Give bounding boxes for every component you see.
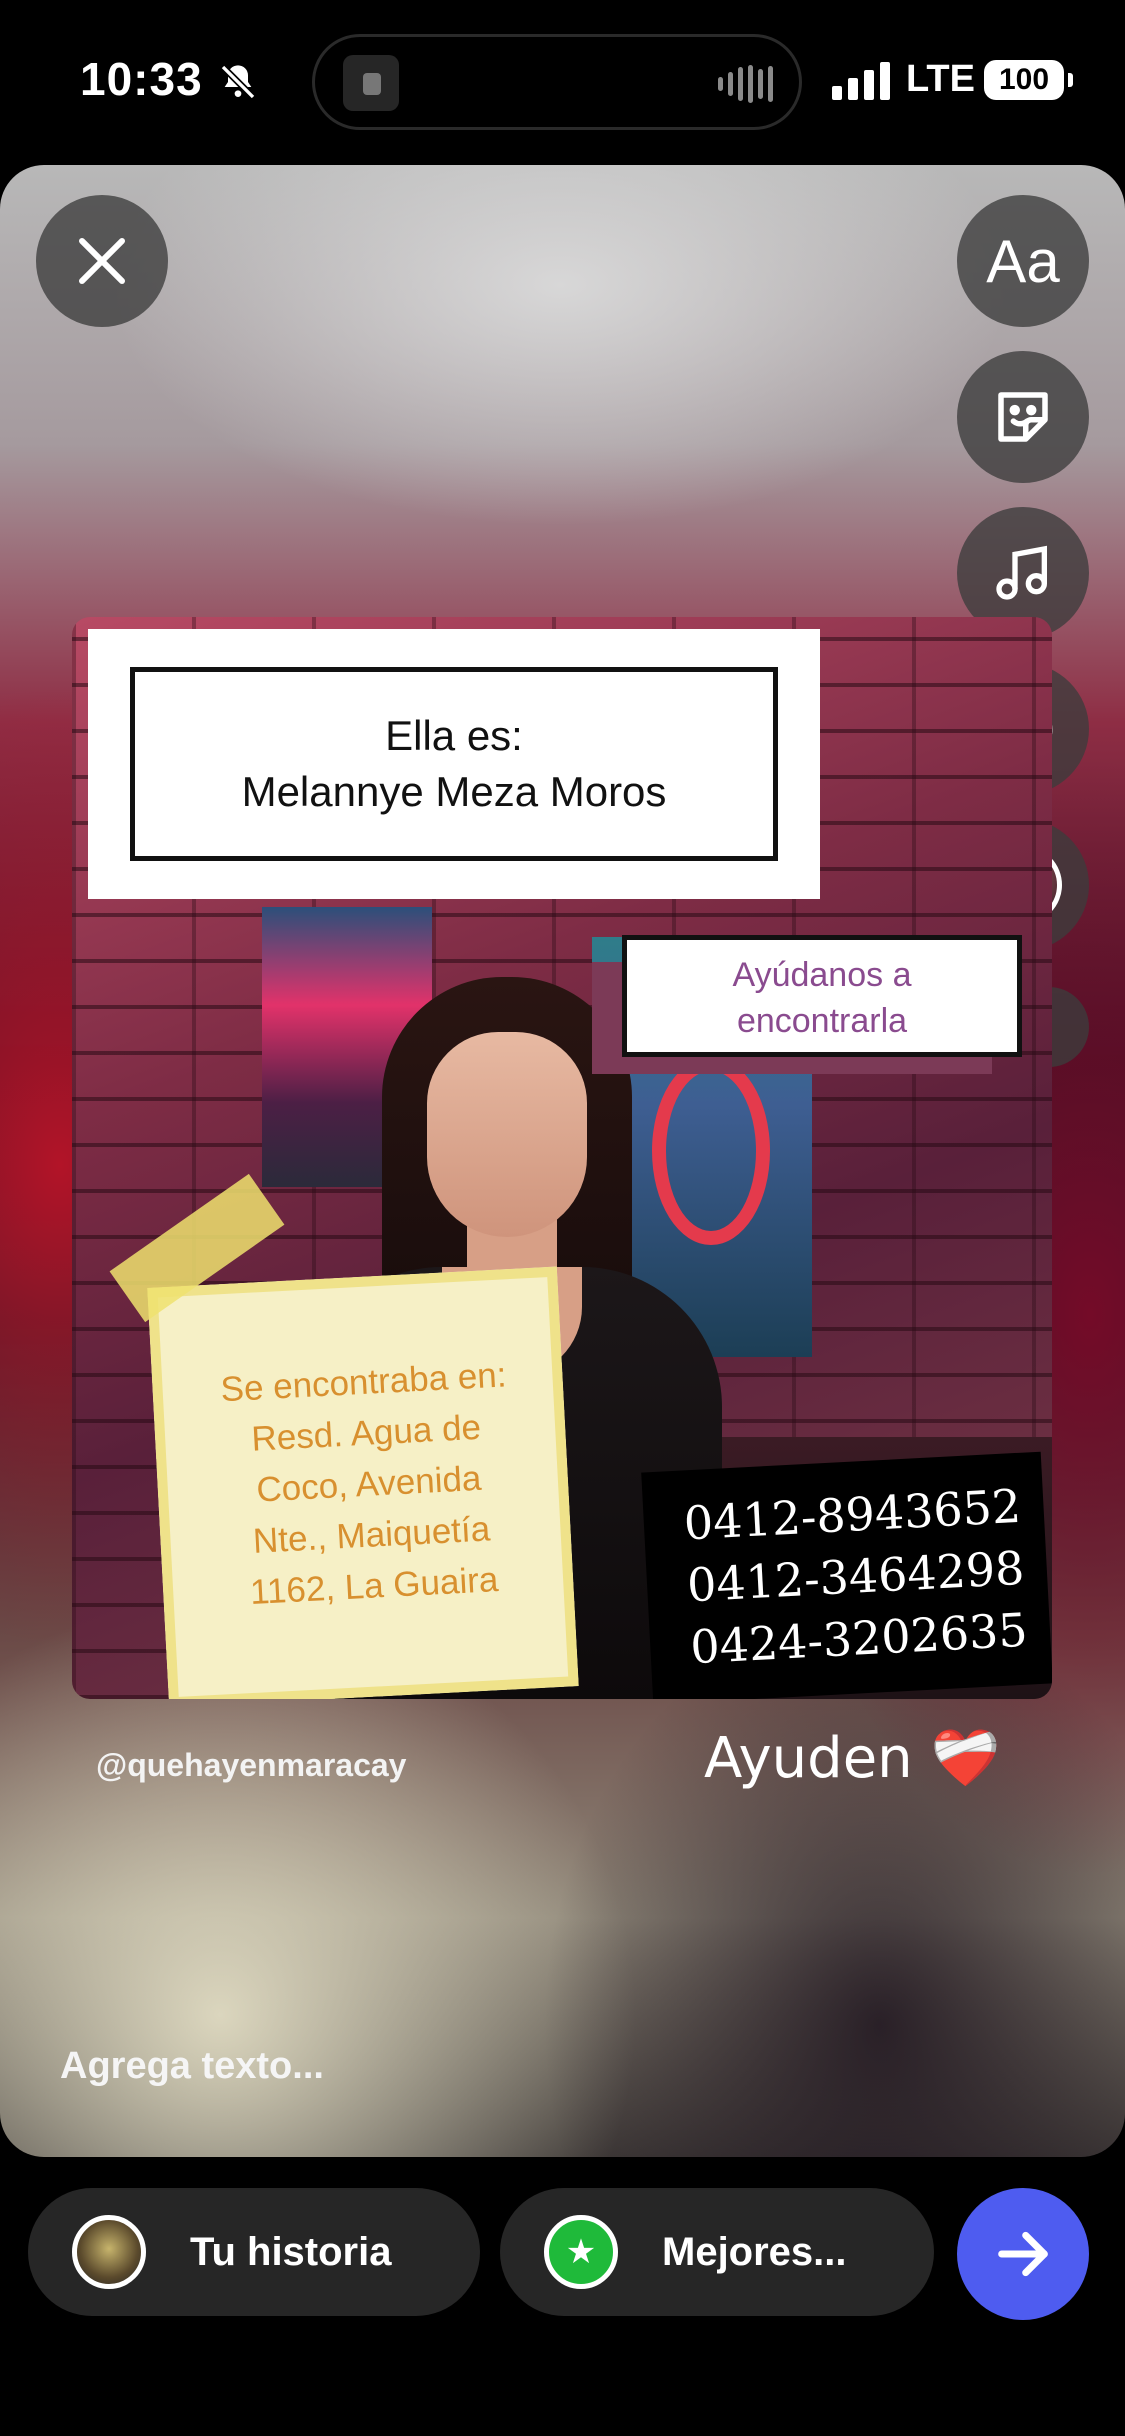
add-text-placeholder[interactable]: Agrega texto... (60, 2045, 324, 2088)
close-icon (79, 238, 125, 284)
sticker-icon (998, 392, 1048, 442)
phone-numbers-card: 0412-8943652 0412-3464298 0424-3202635 (641, 1451, 1052, 1699)
dynamic-island[interactable] (312, 34, 802, 130)
your-story-label: Tu historia (190, 2229, 392, 2274)
name-card-line1: Ella es: (385, 712, 523, 759)
story-canvas[interactable]: Aa Ella es: Melannye Meza Moros Ayúdanos… (0, 165, 1125, 2157)
caption-emoji: ❤️‍🩹 (930, 1726, 1001, 1791)
sticker-button[interactable] (957, 351, 1089, 483)
battery-indicator: 100 (984, 60, 1073, 100)
help-banner-line1: Ayúdanos a (732, 956, 912, 994)
clock: 10:33 (80, 53, 203, 105)
share-bar: Tu historia ★ Mejores... (0, 2157, 1125, 2436)
mention-sticker[interactable]: @quehayenmaracay (96, 1747, 406, 1784)
send-next-button[interactable] (957, 2188, 1089, 2320)
star-icon: ★ (544, 2215, 618, 2289)
caption-word: Ayuden (704, 1726, 913, 1791)
text-tool-label: Aa (986, 227, 1060, 295)
close-button[interactable] (36, 195, 168, 327)
music-icon (996, 545, 1047, 600)
shared-post-image[interactable]: Ella es: Melannye Meza Moros Ayúdanos a … (72, 617, 1052, 1699)
signal-icon (832, 62, 890, 100)
location-note: Se encontraba en: Resd. Agua de Coco, Av… (147, 1266, 579, 1699)
caption-text[interactable]: Ayuden ❤️‍🩹 (704, 1725, 1000, 1791)
audio-wave-icon (718, 65, 773, 103)
name-card-line2: Melannye Meza Moros (241, 768, 667, 815)
close-friends-button[interactable]: ★ Mejores... (500, 2188, 934, 2316)
help-banner: Ayúdanos a encontrarla (622, 935, 1022, 1057)
help-banner-line2: encontrarla (736, 1002, 908, 1040)
name-card: Ella es: Melannye Meza Moros (88, 629, 820, 899)
avatar (72, 2215, 146, 2289)
your-story-button[interactable]: Tu historia (28, 2188, 480, 2316)
network-type: LTE (906, 58, 975, 100)
bell-off-icon (218, 62, 258, 107)
arrow-right-icon (998, 2231, 1048, 2277)
status-bar: 10:33 LTE 100 (0, 0, 1125, 160)
close-friends-label: Mejores... (662, 2229, 847, 2274)
text-tool-button[interactable]: Aa (957, 195, 1089, 327)
now-playing-thumbnail (343, 55, 399, 111)
